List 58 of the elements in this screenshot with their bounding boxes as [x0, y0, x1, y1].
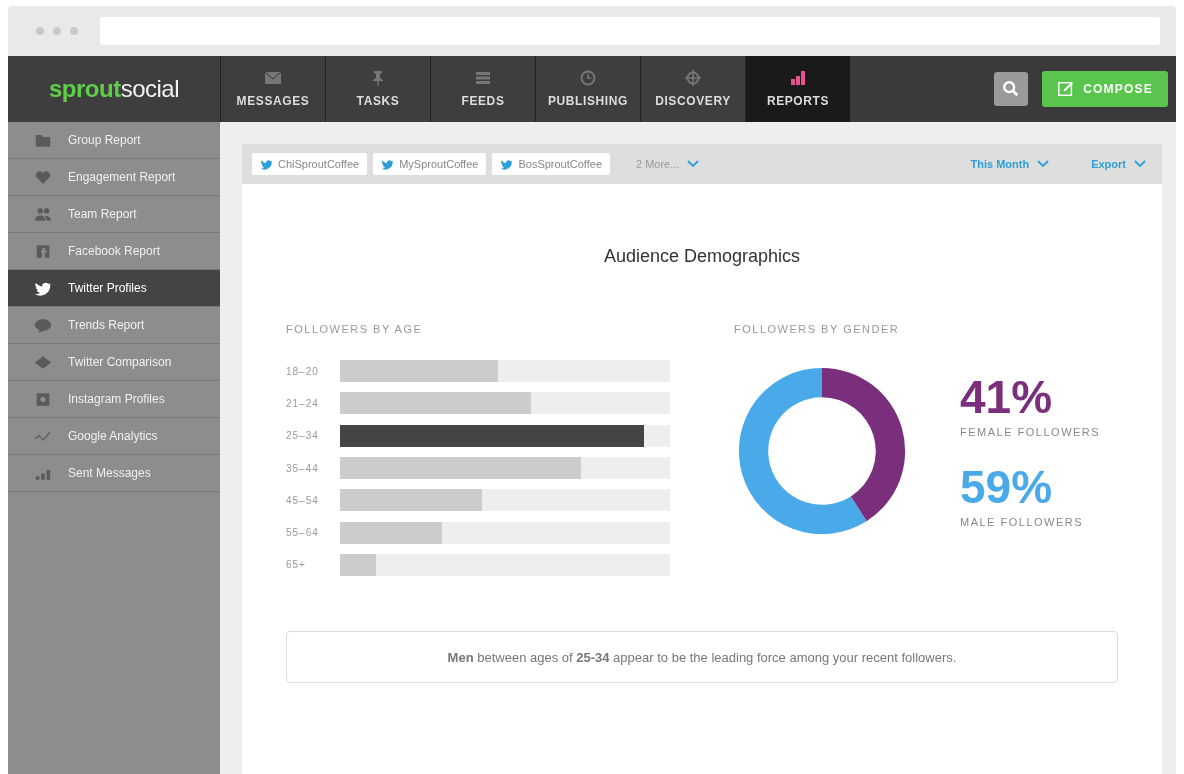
bird-icon [500, 158, 514, 170]
sidebar-item[interactable]: Instagram Profiles [8, 381, 220, 418]
age-label: 21–24 [286, 397, 320, 409]
chat-bubble-icon [34, 317, 52, 333]
age-label: 35–44 [286, 462, 320, 474]
nav-tab[interactable]: REPORTS [745, 56, 850, 122]
age-label: 55–64 [286, 527, 320, 539]
camera-icon [34, 391, 52, 407]
facebook-icon [34, 243, 52, 259]
age-label: 45–54 [286, 494, 320, 506]
compose-button[interactable]: COMPOSE [1042, 71, 1168, 107]
period-dropdown[interactable]: This Month [964, 157, 1056, 171]
edit-icon [1057, 80, 1076, 98]
percentage: 59% [960, 464, 1054, 510]
bird-icon [260, 158, 273, 170]
search-icon [1002, 80, 1020, 98]
list-icon [473, 70, 493, 86]
chevron-down-icon [687, 160, 700, 168]
envelope-icon [263, 70, 283, 86]
export-dropdown[interactable]: Export [1085, 157, 1152, 171]
window-dot[interactable] [70, 27, 78, 35]
report-title: Audience Demographics [602, 246, 802, 267]
logo: sproutsocial [8, 56, 220, 122]
age-label: 25–34 [286, 430, 320, 442]
age-label: 65+ [286, 559, 307, 571]
summary-text: Men between ages of 25-34 appear to be the leading force among your recent followers. [286, 631, 1118, 684]
nav-tab[interactable]: FEEDS [430, 56, 535, 122]
bird-icon [381, 158, 395, 170]
legend-label: MALE FOLLOWERS [960, 516, 1085, 528]
chevron-down-icon [1037, 160, 1050, 168]
window-dot[interactable] [53, 27, 61, 35]
legend-label: FEMALE FOLLOWERS [960, 426, 1101, 438]
sidebar-item[interactable]: Group Report [8, 122, 220, 159]
window-dot[interactable] [36, 27, 44, 35]
people-icon [34, 206, 52, 222]
heart-icon [34, 169, 52, 185]
percentage: 41% [960, 374, 1054, 420]
bird-icon [34, 280, 52, 296]
folder-icon [34, 132, 52, 148]
sidebar-item[interactable]: Twitter Profiles [8, 270, 220, 307]
sidebar-item[interactable]: Trends Report [8, 307, 220, 344]
diamond-icon [34, 354, 52, 370]
clock-icon [578, 70, 598, 86]
profile-chip[interactable]: ChiSproutCoffee [252, 153, 368, 175]
nav-tab[interactable]: TASKS [325, 56, 430, 122]
section-heading: FOLLOWERS BY AGE [286, 323, 424, 335]
nav-tab[interactable]: DISCOVERY [640, 56, 745, 122]
chevron-down-icon [1134, 160, 1146, 168]
profile-chip[interactable]: BosSproutCoffee [492, 153, 610, 175]
nav-tab[interactable]: MESSAGES [220, 56, 325, 122]
search-button[interactable] [994, 72, 1028, 106]
crosshair-icon [683, 70, 703, 86]
bar-chart-icon [788, 70, 808, 86]
profile-chip[interactable]: MySproutCoffee [373, 153, 487, 175]
age-label: 18–20 [286, 365, 320, 377]
more-dropdown[interactable]: 2 More... [630, 157, 706, 171]
nav-tab[interactable]: PUBLISHING [535, 56, 640, 122]
section-heading: FOLLOWERS BY GENDER [734, 323, 901, 335]
